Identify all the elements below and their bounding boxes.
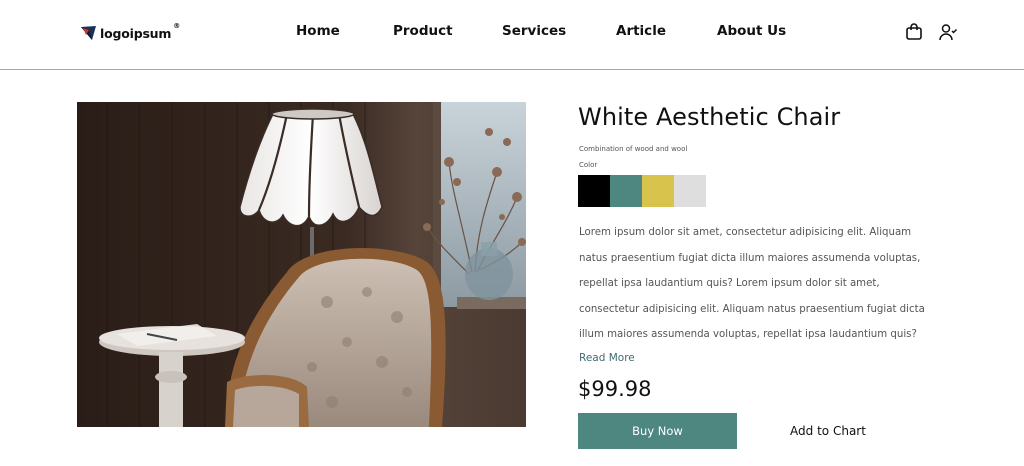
logo-text: logoipsum	[100, 25, 172, 41]
site-header: logoipsum ® Home Product Services Article…	[0, 0, 1024, 70]
logo[interactable]: logoipsum ®	[80, 22, 181, 42]
user-add-icon[interactable]	[938, 22, 958, 42]
nav-article[interactable]: Article	[616, 23, 666, 39]
product-description: Lorem ipsum dolor sit amet, consectetur …	[579, 220, 939, 348]
buy-now-button[interactable]: Buy Now	[578, 413, 737, 449]
logo-mark-icon	[81, 26, 96, 40]
product-image	[77, 102, 526, 427]
logo-registered-mark: ®	[173, 22, 181, 30]
swatch-mustard[interactable]	[642, 175, 674, 207]
swatch-teal[interactable]	[610, 175, 642, 207]
color-swatches	[578, 175, 706, 207]
swatch-light-gray[interactable]	[674, 175, 706, 207]
chair-photo	[77, 102, 526, 427]
swatch-black[interactable]	[578, 175, 610, 207]
add-to-chart-button[interactable]: Add to Chart	[758, 413, 898, 449]
description-line: Lorem ipsum dolor sit amet, consectetur …	[579, 227, 912, 238]
nav-product[interactable]: Product	[393, 23, 453, 39]
nav-about-us[interactable]: About Us	[717, 23, 786, 39]
product-title: White Aesthetic Chair	[578, 103, 841, 131]
color-label: Color	[579, 161, 598, 169]
description-line: repellat ipsa laudantium quis? Lorem ips…	[579, 278, 880, 289]
nav-services[interactable]: Services	[502, 23, 566, 39]
product-subtitle: Combination of wood and wool	[579, 145, 688, 153]
description-line: natus praesentium fugiat dicta illum mai…	[579, 252, 921, 264]
shopping-bag-icon[interactable]	[904, 22, 924, 42]
product-price: $99.98	[578, 377, 652, 401]
description-line: illum maiores assumenda voluptas, repell…	[579, 329, 917, 340]
read-more-link[interactable]: Read More	[579, 352, 635, 364]
nav-home[interactable]: Home	[296, 23, 340, 39]
description-line: consectetur adipisicing elit. Aliquam na…	[579, 303, 925, 315]
